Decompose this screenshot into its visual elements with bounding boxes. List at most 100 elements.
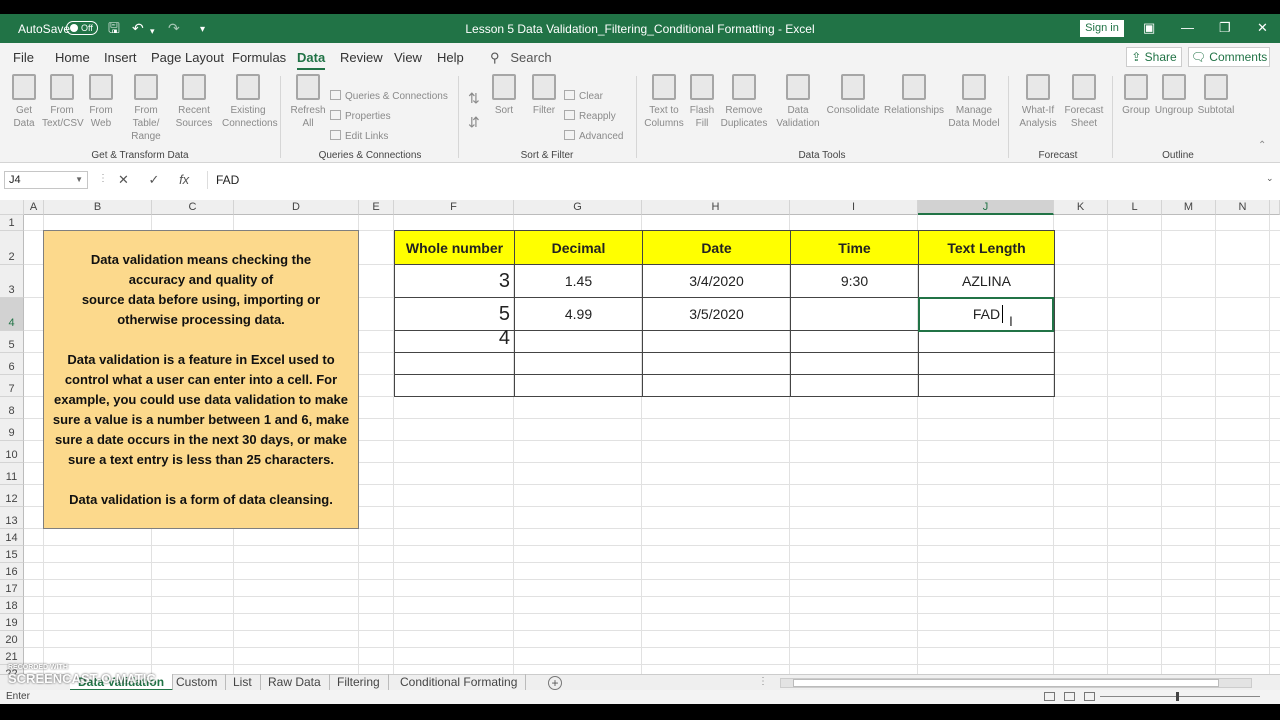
ungroup-button[interactable]: Ungroup: [1152, 74, 1196, 117]
column-header-selected[interactable]: J: [918, 200, 1054, 215]
select-all-corner[interactable]: [0, 200, 24, 215]
table-cell[interactable]: AZLINA: [918, 264, 1055, 298]
header-cell[interactable]: Time: [790, 230, 919, 265]
column-header[interactable]: H: [642, 200, 790, 215]
manage-data-model-button[interactable]: Manage Data Model: [946, 74, 1002, 130]
table-cell[interactable]: [642, 352, 791, 375]
row-header[interactable]: 2: [0, 231, 24, 265]
row-header[interactable]: 1: [0, 215, 24, 231]
column-header[interactable]: I: [790, 200, 918, 215]
table-cell[interactable]: [394, 374, 515, 397]
filter-button[interactable]: Filter: [524, 74, 564, 117]
tab-file[interactable]: File: [13, 50, 34, 65]
group-button[interactable]: Group: [1116, 74, 1156, 117]
restore-icon[interactable]: ❐: [1219, 20, 1231, 36]
ribbon-display-icon[interactable]: ▣: [1143, 20, 1155, 36]
row-header[interactable]: 8: [0, 397, 24, 419]
row-header[interactable]: 19: [0, 614, 24, 631]
edit-links-button[interactable]: Edit Links: [330, 130, 388, 142]
sort-za-icon[interactable]: ⇵: [468, 114, 480, 131]
table-cell[interactable]: [918, 374, 1055, 397]
column-header[interactable]: E: [359, 200, 394, 215]
tab-data[interactable]: Data: [297, 50, 326, 71]
header-cell[interactable]: Date: [642, 230, 791, 265]
row-header[interactable]: 13: [0, 507, 24, 529]
row-header[interactable]: 14: [0, 529, 24, 546]
column-header[interactable]: K: [1054, 200, 1108, 215]
header-cell[interactable]: Decimal: [514, 230, 643, 265]
table-cell[interactable]: [790, 330, 919, 353]
table-cell[interactable]: 4.99: [514, 297, 643, 331]
explanation-textbox[interactable]: Data validation means checking the accur…: [43, 230, 359, 529]
sheet-tab-raw-data[interactable]: Raw Data: [260, 674, 330, 691]
add-sheet-icon[interactable]: +: [548, 676, 562, 690]
table-cell[interactable]: [394, 352, 515, 375]
table-cell[interactable]: [918, 352, 1055, 375]
tab-help[interactable]: Help: [437, 50, 464, 65]
column-header[interactable]: D: [234, 200, 359, 215]
existing-connections-button[interactable]: Existing Connections: [222, 74, 278, 130]
data-validation-button[interactable]: Data Validation: [774, 74, 822, 130]
sheet-tab-filtering[interactable]: Filtering: [329, 674, 389, 691]
sheet-tab-custom[interactable]: Custom: [168, 674, 227, 691]
recent-sources-button[interactable]: Recent Sources: [174, 74, 214, 130]
table-cell[interactable]: [918, 330, 1055, 353]
minimize-icon[interactable]: —: [1181, 20, 1194, 35]
column-header[interactable]: G: [514, 200, 642, 215]
vertical-scrollbar[interactable]: [1270, 200, 1280, 215]
advanced-button[interactable]: Advanced: [564, 130, 623, 142]
column-header[interactable]: N: [1216, 200, 1270, 215]
tab-home[interactable]: Home: [55, 50, 90, 65]
column-header[interactable]: A: [24, 200, 44, 215]
column-header[interactable]: M: [1162, 200, 1216, 215]
what-if-button[interactable]: What-If Analysis: [1016, 74, 1060, 130]
row-header[interactable]: 16: [0, 563, 24, 580]
row-header[interactable]: 12: [0, 485, 24, 507]
row-header[interactable]: 15: [0, 546, 24, 563]
row-header[interactable]: 3: [0, 265, 24, 298]
relationships-button[interactable]: Relationships: [884, 74, 944, 117]
queries-connections-button[interactable]: Queries & Connections: [330, 90, 448, 102]
page-break-view-icon[interactable]: [1084, 692, 1095, 701]
properties-button[interactable]: Properties: [330, 110, 391, 122]
sheet-tab-conditional-formating[interactable]: Conditional Formating: [392, 674, 527, 691]
comments-button[interactable]: 🗨 Comments: [1188, 47, 1270, 67]
text-to-columns-button[interactable]: Text to Columns: [644, 74, 684, 130]
clear-button[interactable]: Clear: [564, 90, 603, 102]
header-cell[interactable]: Text Length: [918, 230, 1055, 265]
table-cell[interactable]: [790, 352, 919, 375]
table-cell[interactable]: 3: [394, 264, 515, 298]
column-header[interactable]: C: [152, 200, 234, 215]
row-header[interactable]: 17: [0, 580, 24, 597]
horizontal-scrollbar[interactable]: [780, 678, 1252, 688]
row-header-selected[interactable]: 4: [0, 298, 24, 331]
sign-in-button[interactable]: Sign in: [1080, 20, 1124, 37]
column-header[interactable]: F: [394, 200, 514, 215]
table-cell[interactable]: 4: [394, 328, 515, 353]
refresh-all-button[interactable]: Refresh All: [288, 74, 328, 130]
search-box[interactable]: ⚲ Search: [490, 50, 552, 66]
from-table-button[interactable]: From Table/ Range: [121, 74, 171, 143]
tab-page-layout[interactable]: Page Layout: [151, 50, 224, 65]
row-header[interactable]: 11: [0, 463, 24, 485]
forecast-sheet-button[interactable]: Forecast Sheet: [1062, 74, 1106, 130]
close-icon[interactable]: ✕: [1257, 20, 1268, 36]
share-button[interactable]: ⇪ Share: [1126, 47, 1182, 67]
consolidate-button[interactable]: Consolidate: [826, 74, 880, 117]
column-header[interactable]: B: [44, 200, 152, 215]
collapse-ribbon-icon[interactable]: ⌃: [1258, 140, 1266, 151]
row-header[interactable]: 18: [0, 597, 24, 614]
sheet-tab-list[interactable]: List: [225, 674, 261, 691]
tab-review[interactable]: Review: [340, 50, 383, 65]
table-cell[interactable]: [514, 374, 643, 397]
row-header[interactable]: 20: [0, 631, 24, 648]
table-cell[interactable]: 1.45: [514, 264, 643, 298]
table-cell[interactable]: [642, 330, 791, 353]
from-web-button[interactable]: From Web: [81, 74, 121, 130]
cancel-icon[interactable]: ✕: [118, 172, 129, 187]
sort-button[interactable]: Sort: [484, 74, 524, 117]
row-header[interactable]: 10: [0, 441, 24, 463]
header-cell[interactable]: Whole number: [394, 230, 515, 265]
page-layout-view-icon[interactable]: [1064, 692, 1075, 701]
name-box[interactable]: J4 ▼: [4, 171, 88, 189]
